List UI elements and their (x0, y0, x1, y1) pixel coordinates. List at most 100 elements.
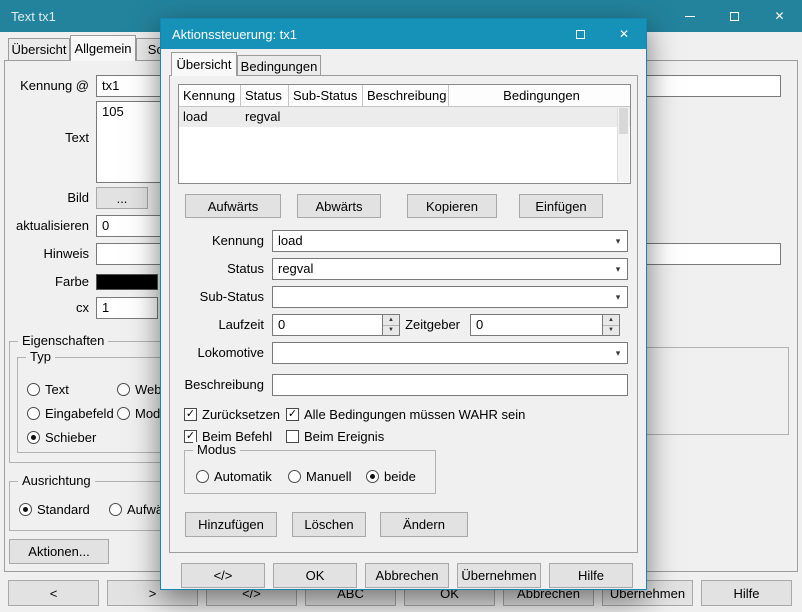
chevron-down-icon: ▾ (609, 343, 627, 363)
radio-beide[interactable]: beide (366, 468, 416, 484)
radio-icon (109, 503, 122, 516)
minimize-button[interactable] (667, 0, 712, 32)
bild-browse-button[interactable]: ... (96, 187, 148, 209)
radio-web[interactable]: Web (117, 381, 162, 397)
aktionssteuerung-dialog: Aktionssteuerung: tx1 ✕ Übersicht Beding… (160, 18, 647, 590)
dialog-tab-bedingungen[interactable]: Bedingungen (237, 55, 321, 76)
checkbox-icon (286, 430, 299, 443)
dialog-uebernehmen-button[interactable]: Übernehmen (457, 563, 541, 588)
radio-text[interactable]: Text (27, 381, 69, 397)
checkbox-beim-ereignis[interactable]: Beim Ereignis (286, 428, 384, 444)
back-window-title: Text tx1 (0, 9, 56, 24)
radio-icon (27, 407, 40, 420)
header-sub-status[interactable]: Sub-Status (289, 85, 363, 106)
spin-buttons[interactable]: ▲ ▼ (603, 314, 620, 336)
back-hilfe-button[interactable]: Hilfe (701, 580, 792, 606)
checkbox-icon: ✓ (184, 430, 197, 443)
back-window-controls: ✕ (667, 0, 802, 32)
cell-sub-status (289, 107, 363, 127)
close-icon: ✕ (774, 10, 784, 22)
beschreibung-label: Beschreibung (170, 374, 264, 396)
actions-table: Kennung Status Sub-Status Beschreibung B… (178, 84, 631, 184)
chevron-down-icon: ▾ (609, 231, 627, 251)
close-icon: ✕ (619, 28, 629, 40)
spin-up-icon[interactable]: ▲ (383, 315, 399, 325)
dialog-maximize-button[interactable] (558, 19, 602, 49)
minimize-icon (685, 16, 695, 17)
maximize-button[interactable] (712, 0, 757, 32)
header-kennung[interactable]: Kennung (179, 85, 241, 106)
back-tab-allgemein[interactable]: Allgemein (70, 35, 136, 61)
loeschen-button[interactable]: Löschen (292, 512, 366, 537)
dialog-close-button[interactable]: ✕ (602, 19, 646, 49)
radio-standard[interactable]: Standard (19, 501, 90, 517)
dialog-tab-uebersicht[interactable]: Übersicht (171, 52, 237, 76)
aufwaerts-button[interactable]: Aufwärts (185, 194, 281, 218)
checkbox-alle-bedingungen[interactable]: ✓ Alle Bedingungen müssen WAHR sein (286, 406, 525, 422)
beschreibung-field[interactable] (272, 374, 628, 396)
back-tab-uebersicht[interactable]: Übersicht (8, 38, 70, 60)
einfuegen-button[interactable]: Einfügen (519, 194, 603, 218)
dialog-panel: Kennung Status Sub-Status Beschreibung B… (169, 75, 638, 553)
dialog-ok-button[interactable]: OK (273, 563, 357, 588)
cell-kennung: load (179, 107, 241, 127)
chevron-down-icon: ▾ (609, 287, 627, 307)
laufzeit-stepper[interactable]: 0 ▲ ▼ (272, 314, 400, 336)
cell-beschreibung (363, 107, 449, 127)
farbe-label: Farbe (5, 271, 89, 293)
cx-label: cx (5, 297, 89, 319)
text-label: Text (5, 127, 89, 149)
typ-legend: Typ (26, 349, 55, 364)
cx-field[interactable]: 1 (96, 297, 158, 319)
maximize-icon (730, 12, 739, 21)
radio-icon (27, 383, 40, 396)
dlg-kennung-label: Kennung (170, 230, 264, 252)
chevron-down-icon: ▾ (609, 259, 627, 279)
spin-up-icon[interactable]: ▲ (603, 315, 619, 325)
kopieren-button[interactable]: Kopieren (407, 194, 497, 218)
radio-eingabefeld[interactable]: Eingabefeld (27, 405, 114, 421)
checkbox-zuruecksetzen[interactable]: ✓ Zurücksetzen (184, 406, 280, 422)
header-status[interactable]: Status (241, 85, 289, 106)
dialog-xml-button[interactable]: </> (181, 563, 265, 588)
aendern-button[interactable]: Ändern (380, 512, 468, 537)
dialog-abbrechen-button[interactable]: Abbrechen (365, 563, 449, 588)
radio-manuell[interactable]: Manuell (288, 468, 352, 484)
lokomotive-combobox[interactable]: ▾ (272, 342, 628, 364)
checkbox-icon: ✓ (286, 408, 299, 421)
zeitgeber-stepper[interactable]: 0 ▲ ▼ (470, 314, 620, 336)
header-bedingungen[interactable]: Bedingungen (449, 85, 630, 106)
radio-icon (366, 470, 379, 483)
header-beschreibung[interactable]: Beschreibung (363, 85, 449, 106)
scrollbar-thumb[interactable] (619, 108, 628, 134)
radio-schieber[interactable]: Schieber (27, 429, 96, 445)
maximize-icon (576, 30, 585, 39)
table-header-row: Kennung Status Sub-Status Beschreibung B… (179, 85, 630, 107)
sub-status-combobox[interactable]: ▾ (272, 286, 628, 308)
modus-legend: Modus (193, 442, 240, 457)
table-scrollbar[interactable] (617, 108, 629, 182)
radio-automatik[interactable]: Automatik (196, 468, 272, 484)
nav-prev-button[interactable]: < (8, 580, 99, 606)
hinzufuegen-button[interactable]: Hinzufügen (185, 512, 277, 537)
abwaerts-button[interactable]: Abwärts (297, 194, 381, 218)
close-button[interactable]: ✕ (757, 0, 802, 32)
ausrichtung-legend: Ausrichtung (18, 473, 95, 488)
lokomotive-label: Lokomotive (170, 342, 264, 364)
spin-down-icon[interactable]: ▼ (383, 325, 399, 336)
radio-icon (27, 431, 40, 444)
hinweis-label: Hinweis (5, 243, 89, 265)
table-row[interactable]: load regval (179, 107, 630, 127)
kennung-combobox[interactable]: load ▾ (272, 230, 628, 252)
dialog-hilfe-button[interactable]: Hilfe (549, 563, 633, 588)
dialog-title: Aktionssteuerung: tx1 (161, 27, 297, 42)
dialog-titlebar[interactable]: Aktionssteuerung: tx1 ✕ (161, 19, 646, 49)
radio-mod[interactable]: Mod (117, 405, 160, 421)
farbe-color-swatch[interactable] (96, 274, 158, 290)
spin-down-icon[interactable]: ▼ (603, 325, 619, 336)
cell-status: regval (241, 107, 289, 127)
aktionen-button[interactable]: Aktionen... (9, 539, 109, 564)
dlg-substatus-label: Sub-Status (170, 286, 264, 308)
laufzeit-label: Laufzeit (170, 314, 264, 336)
status-combobox[interactable]: regval ▾ (272, 258, 628, 280)
